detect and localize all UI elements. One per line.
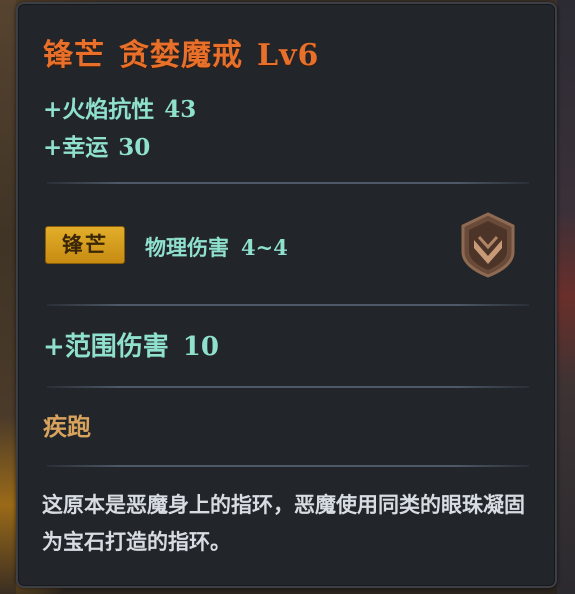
stat-fire-resistance: +火焰抗性 43 xyxy=(43,90,196,124)
damage-label: 物理伤害 xyxy=(145,235,229,260)
item-description: 这原本是恶魔身上的指环，恶魔使用同类的眼珠凝固为宝石打造的指环。 xyxy=(42,492,525,554)
item-prefix: 锋芒 xyxy=(43,38,105,73)
stat-value: 30 xyxy=(118,134,151,161)
stat-label: +火焰抗性 xyxy=(43,96,155,123)
background-left xyxy=(0,0,16,594)
divider xyxy=(47,182,529,184)
stat-range-damage: +范围伤害 10 xyxy=(43,326,219,363)
divider xyxy=(47,465,529,467)
damage-value: 4~4 xyxy=(241,235,288,260)
stat-luck: +幸运 30 xyxy=(43,128,150,162)
shield-emblem-icon xyxy=(461,212,515,278)
stat-label: +幸运 xyxy=(43,134,109,161)
affix-badge: 锋芒 xyxy=(45,226,125,264)
item-title: 锋芒 贪婪魔戒 Lv6 xyxy=(43,30,319,74)
item-tooltip: 锋芒 贪婪魔戒 Lv6 +火焰抗性 43 +幸运 30 锋芒 物理伤害 4~4 +范围伤害… xyxy=(16,2,557,588)
stat-value: 43 xyxy=(164,96,197,123)
stat-value: 10 xyxy=(182,332,219,362)
stat-label: +范围伤害 xyxy=(43,332,169,362)
divider xyxy=(47,386,529,388)
divider xyxy=(47,304,529,306)
physical-damage: 物理伤害 4~4 xyxy=(145,232,288,262)
item-level: Lv6 xyxy=(257,38,320,73)
background-right xyxy=(557,0,575,594)
skill-name: 疾跑 xyxy=(43,412,91,441)
item-name: 贪婪魔戒 xyxy=(119,38,243,73)
game-scene: 锋芒 贪婪魔戒 Lv6 +火焰抗性 43 +幸运 30 锋芒 物理伤害 4~4 +范围伤害… xyxy=(0,0,575,594)
